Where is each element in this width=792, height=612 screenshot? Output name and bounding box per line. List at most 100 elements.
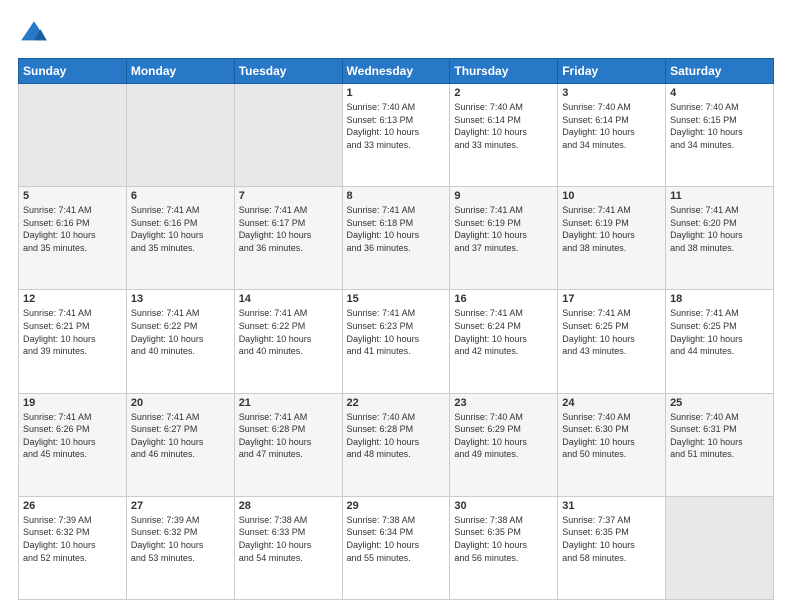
day-info: Sunrise: 7:41 AM Sunset: 6:21 PM Dayligh…: [23, 307, 122, 357]
day-info: Sunrise: 7:40 AM Sunset: 6:30 PM Dayligh…: [562, 411, 661, 461]
day-info: Sunrise: 7:41 AM Sunset: 6:22 PM Dayligh…: [239, 307, 338, 357]
calendar-cell: 12 Sunrise: 7:41 AM Sunset: 6:21 PM Dayli…: [19, 290, 127, 393]
day-number: 8: [347, 190, 446, 202]
calendar-cell: 24 Sunrise: 7:40 AM Sunset: 6:30 PM Dayli…: [558, 393, 666, 496]
day-info: Sunrise: 7:38 AM Sunset: 6:33 PM Dayligh…: [239, 514, 338, 564]
day-number: 12: [23, 293, 122, 305]
day-number: 19: [23, 397, 122, 409]
day-info: Sunrise: 7:41 AM Sunset: 6:20 PM Dayligh…: [670, 204, 769, 254]
day-info: Sunrise: 7:41 AM Sunset: 6:22 PM Dayligh…: [131, 307, 230, 357]
day-info: Sunrise: 7:41 AM Sunset: 6:27 PM Dayligh…: [131, 411, 230, 461]
day-info: Sunrise: 7:40 AM Sunset: 6:14 PM Dayligh…: [562, 101, 661, 151]
day-number: 25: [670, 397, 769, 409]
day-number: 17: [562, 293, 661, 305]
calendar-cell: 19 Sunrise: 7:41 AM Sunset: 6:26 PM Dayli…: [19, 393, 127, 496]
day-number: 3: [562, 87, 661, 99]
calendar-cell: 23Sunrise: 7:40 AM Sunset: 6:29 PM Dayli…: [450, 393, 558, 496]
calendar-header-saturday: Saturday: [666, 59, 774, 84]
day-number: 18: [670, 293, 769, 305]
day-number: 6: [131, 190, 230, 202]
calendar-week-row: 12 Sunrise: 7:41 AM Sunset: 6:21 PM Dayli…: [19, 290, 774, 393]
calendar-header-row: SundayMondayTuesdayWednesdayThursdayFrid…: [19, 59, 774, 84]
calendar-cell: 7 Sunrise: 7:41 AM Sunset: 6:17 PM Daylig…: [234, 187, 342, 290]
calendar-cell: 1Sunrise: 7:40 AM Sunset: 6:13 PM Daylig…: [342, 84, 450, 187]
day-info: Sunrise: 7:41 AM Sunset: 6:25 PM Dayligh…: [562, 307, 661, 357]
calendar-header-monday: Monday: [126, 59, 234, 84]
day-number: 30: [454, 500, 553, 512]
calendar-cell: 14 Sunrise: 7:41 AM Sunset: 6:22 PM Dayli…: [234, 290, 342, 393]
calendar-cell: 4 Sunrise: 7:40 AM Sunset: 6:15 PM Daylig…: [666, 84, 774, 187]
calendar-header-sunday: Sunday: [19, 59, 127, 84]
calendar-cell: 16Sunrise: 7:41 AM Sunset: 6:24 PM Dayli…: [450, 290, 558, 393]
day-info: Sunrise: 7:40 AM Sunset: 6:14 PM Dayligh…: [454, 101, 553, 151]
calendar-cell: 28 Sunrise: 7:38 AM Sunset: 6:33 PM Dayli…: [234, 496, 342, 599]
day-info: Sunrise: 7:41 AM Sunset: 6:19 PM Dayligh…: [454, 204, 553, 254]
day-number: 21: [239, 397, 338, 409]
calendar-cell: 18 Sunrise: 7:41 AM Sunset: 6:25 PM Dayli…: [666, 290, 774, 393]
calendar-cell: 8 Sunrise: 7:41 AM Sunset: 6:18 PM Daylig…: [342, 187, 450, 290]
logo: [18, 18, 54, 50]
day-number: 1: [347, 87, 446, 99]
day-number: 2: [454, 87, 553, 99]
calendar-cell: 29Sunrise: 7:38 AM Sunset: 6:34 PM Dayli…: [342, 496, 450, 599]
calendar-table: SundayMondayTuesdayWednesdayThursdayFrid…: [18, 58, 774, 600]
calendar-header-friday: Friday: [558, 59, 666, 84]
day-number: 14: [239, 293, 338, 305]
day-info: Sunrise: 7:40 AM Sunset: 6:31 PM Dayligh…: [670, 411, 769, 461]
calendar-cell: 2 Sunrise: 7:40 AM Sunset: 6:14 PM Daylig…: [450, 84, 558, 187]
calendar-header-tuesday: Tuesday: [234, 59, 342, 84]
day-info: Sunrise: 7:41 AM Sunset: 6:16 PM Dayligh…: [131, 204, 230, 254]
day-number: 28: [239, 500, 338, 512]
calendar-cell: 25 Sunrise: 7:40 AM Sunset: 6:31 PM Dayli…: [666, 393, 774, 496]
day-number: 10: [562, 190, 661, 202]
day-number: 24: [562, 397, 661, 409]
calendar-cell: 27 Sunrise: 7:39 AM Sunset: 6:32 PM Dayli…: [126, 496, 234, 599]
day-info: Sunrise: 7:41 AM Sunset: 6:16 PM Dayligh…: [23, 204, 122, 254]
calendar-cell: 13 Sunrise: 7:41 AM Sunset: 6:22 PM Dayli…: [126, 290, 234, 393]
calendar-cell: 6 Sunrise: 7:41 AM Sunset: 6:16 PM Daylig…: [126, 187, 234, 290]
day-number: 9: [454, 190, 553, 202]
day-info: Sunrise: 7:40 AM Sunset: 6:28 PM Dayligh…: [347, 411, 446, 461]
calendar-cell: 20 Sunrise: 7:41 AM Sunset: 6:27 PM Dayli…: [126, 393, 234, 496]
day-info: Sunrise: 7:41 AM Sunset: 6:17 PM Dayligh…: [239, 204, 338, 254]
day-number: 26: [23, 500, 122, 512]
day-number: 20: [131, 397, 230, 409]
day-info: Sunrise: 7:39 AM Sunset: 6:32 PM Dayligh…: [131, 514, 230, 564]
calendar-cell: 15Sunrise: 7:41 AM Sunset: 6:23 PM Dayli…: [342, 290, 450, 393]
day-info: Sunrise: 7:41 AM Sunset: 6:28 PM Dayligh…: [239, 411, 338, 461]
day-info: Sunrise: 7:41 AM Sunset: 6:25 PM Dayligh…: [670, 307, 769, 357]
calendar-week-row: 5 Sunrise: 7:41 AM Sunset: 6:16 PM Daylig…: [19, 187, 774, 290]
day-number: 5: [23, 190, 122, 202]
day-number: 31: [562, 500, 661, 512]
header: [18, 18, 774, 50]
calendar-cell: 31 Sunrise: 7:37 AM Sunset: 6:35 PM Dayli…: [558, 496, 666, 599]
calendar-header-wednesday: Wednesday: [342, 59, 450, 84]
day-info: Sunrise: 7:39 AM Sunset: 6:32 PM Dayligh…: [23, 514, 122, 564]
calendar-cell: 10 Sunrise: 7:41 AM Sunset: 6:19 PM Dayli…: [558, 187, 666, 290]
calendar-cell: [126, 84, 234, 187]
calendar-cell: 9 Sunrise: 7:41 AM Sunset: 6:19 PM Daylig…: [450, 187, 558, 290]
day-info: Sunrise: 7:37 AM Sunset: 6:35 PM Dayligh…: [562, 514, 661, 564]
day-number: 7: [239, 190, 338, 202]
calendar-cell: 17 Sunrise: 7:41 AM Sunset: 6:25 PM Dayli…: [558, 290, 666, 393]
day-info: Sunrise: 7:41 AM Sunset: 6:19 PM Dayligh…: [562, 204, 661, 254]
day-number: 29: [347, 500, 446, 512]
day-number: 13: [131, 293, 230, 305]
day-number: 15: [347, 293, 446, 305]
calendar-cell: [666, 496, 774, 599]
logo-icon: [18, 18, 50, 50]
calendar-cell: [234, 84, 342, 187]
day-info: Sunrise: 7:41 AM Sunset: 6:26 PM Dayligh…: [23, 411, 122, 461]
day-info: Sunrise: 7:40 AM Sunset: 6:15 PM Dayligh…: [670, 101, 769, 151]
day-info: Sunrise: 7:41 AM Sunset: 6:24 PM Dayligh…: [454, 307, 553, 357]
day-number: 11: [670, 190, 769, 202]
calendar-cell: 5 Sunrise: 7:41 AM Sunset: 6:16 PM Daylig…: [19, 187, 127, 290]
day-number: 27: [131, 500, 230, 512]
calendar-cell: 3 Sunrise: 7:40 AM Sunset: 6:14 PM Daylig…: [558, 84, 666, 187]
day-info: Sunrise: 7:41 AM Sunset: 6:18 PM Dayligh…: [347, 204, 446, 254]
day-info: Sunrise: 7:38 AM Sunset: 6:35 PM Dayligh…: [454, 514, 553, 564]
calendar-cell: 26 Sunrise: 7:39 AM Sunset: 6:32 PM Dayli…: [19, 496, 127, 599]
page: SundayMondayTuesdayWednesdayThursdayFrid…: [0, 0, 792, 612]
day-number: 4: [670, 87, 769, 99]
day-info: Sunrise: 7:40 AM Sunset: 6:29 PM Dayligh…: [454, 411, 553, 461]
